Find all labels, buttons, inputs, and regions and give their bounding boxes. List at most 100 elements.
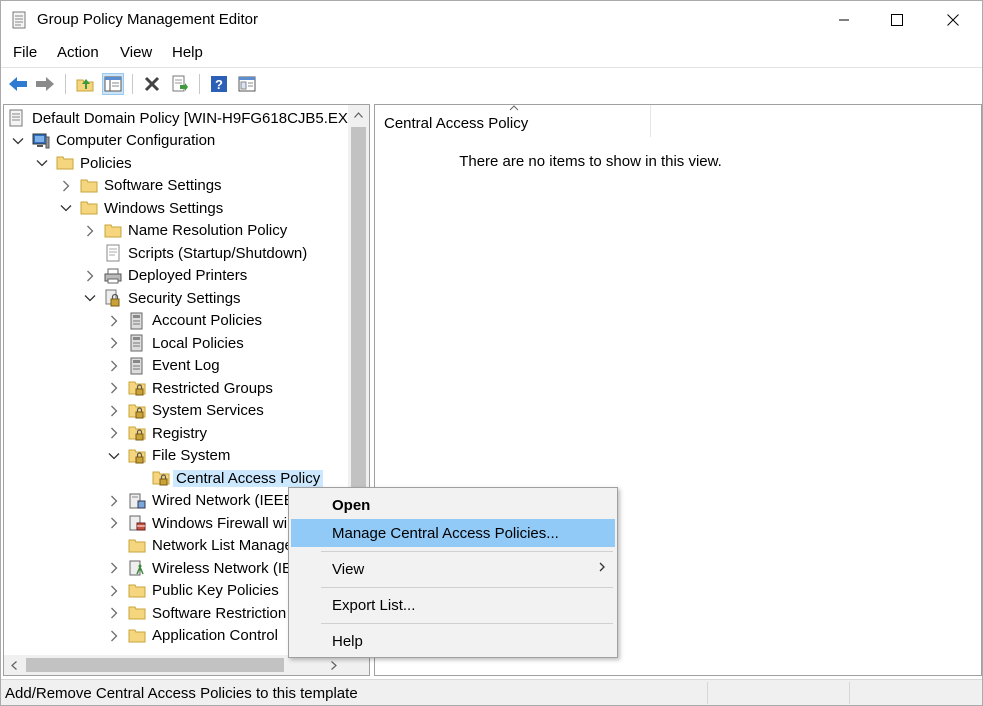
tree-item[interactable]: Default Domain Policy [WIN-H9FG618CJB5.E… — [8, 107, 358, 129]
tree-expander[interactable] — [82, 290, 98, 306]
tree-item[interactable]: Public Key Policies — [106, 580, 279, 602]
context-menu-manage-label: Manage Central Access Policies... — [332, 525, 559, 542]
tree-expander[interactable] — [106, 628, 122, 644]
close-button[interactable] — [930, 1, 976, 39]
tree-item[interactable]: Deployed Printers — [82, 265, 247, 287]
tree-expander[interactable] — [106, 335, 122, 351]
scroll-right-icon[interactable] — [331, 661, 337, 670]
tree-expander — [130, 470, 146, 486]
back-button[interactable] — [7, 73, 29, 95]
tree-item[interactable]: Event Log — [106, 355, 220, 377]
tree-expander[interactable] — [58, 200, 74, 216]
context-menu-open[interactable]: Open — [291, 491, 615, 519]
delete-button[interactable] — [141, 73, 163, 95]
expand-chevron-icon — [111, 607, 118, 619]
show-hide-tree-button[interactable] — [102, 73, 124, 95]
scroll-up-icon[interactable] — [354, 112, 363, 118]
tree-expander — [82, 245, 98, 261]
context-menu-help[interactable]: Help — [291, 627, 615, 655]
tree-expander[interactable] — [106, 380, 122, 396]
tree-horizontal-scrollbar[interactable] — [4, 655, 348, 675]
tree-item[interactable]: Application Control — [106, 625, 278, 647]
tree-expander[interactable] — [106, 448, 122, 464]
tree-item[interactable]: Central Access Policy — [130, 467, 324, 489]
tree-expander[interactable] — [10, 133, 26, 149]
tree-item[interactable]: System Services — [106, 400, 264, 422]
locked-folder-icon — [128, 424, 146, 442]
expand-chevron-icon — [111, 315, 118, 326]
policy-book-icon — [128, 334, 146, 352]
expand-chevron-icon — [111, 360, 118, 371]
policy-book-icon — [128, 357, 146, 375]
context-menu: Open Manage Central Access Policies... V… — [288, 487, 618, 658]
tree-item[interactable]: Restricted Groups — [106, 377, 273, 399]
tree-item[interactable]: Software Settings — [58, 175, 222, 197]
help-button[interactable]: ? — [208, 73, 230, 95]
tree-horizontal-scroll-thumb[interactable] — [26, 658, 284, 672]
tree-item[interactable]: Security Settings — [82, 287, 241, 309]
tree-item[interactable]: Software Restriction — [106, 602, 286, 624]
tree-item-label: Security Settings — [128, 289, 241, 307]
tree-expander[interactable] — [106, 313, 122, 329]
submenu-arrow-icon — [599, 562, 605, 572]
tree-item-label: Computer Configuration — [56, 132, 216, 149]
tree-expander[interactable] — [106, 425, 122, 441]
context-menu-view[interactable]: View — [291, 555, 615, 583]
tree-item-label: Wired Network (IEEE — [152, 492, 294, 509]
expand-chevron-icon — [111, 585, 118, 596]
tree-expander[interactable] — [106, 605, 122, 621]
maximize-button[interactable] — [874, 1, 920, 39]
menu-view[interactable]: View — [120, 44, 152, 61]
context-menu-export-list[interactable]: Export List... — [291, 591, 615, 619]
tree-item-label: Windows Settings — [104, 199, 224, 217]
menu-file[interactable]: File — [13, 44, 37, 61]
expand-chevron-icon — [63, 180, 70, 191]
tree-expander[interactable] — [82, 223, 98, 239]
tree-expander[interactable] — [82, 268, 98, 284]
maximize-icon — [891, 14, 903, 26]
minimize-button[interactable] — [821, 1, 867, 39]
tree-item[interactable]: Local Policies — [106, 332, 244, 354]
expand-chevron-icon — [111, 382, 118, 394]
locked-folder-icon — [152, 469, 170, 487]
tree-item[interactable]: Wired Network (IEEE — [106, 490, 294, 512]
tree-item-label: Policies — [80, 154, 132, 172]
menu-bar: File Action View Help — [1, 41, 982, 65]
properties-pane-button[interactable] — [236, 73, 258, 95]
forward-button[interactable] — [34, 73, 56, 95]
tree-item[interactable]: Computer Configuration — [10, 130, 215, 152]
tree-item-label: System Services — [152, 402, 264, 419]
tree-expander[interactable] — [106, 358, 122, 374]
tree-item-label: Deployed Printers — [128, 267, 248, 284]
tree-expander[interactable] — [34, 155, 50, 171]
tree-expander[interactable] — [106, 583, 122, 599]
menu-help[interactable]: Help — [172, 44, 203, 61]
scroll-corner — [348, 655, 369, 675]
tree-item[interactable]: Windows Settings — [58, 197, 223, 219]
status-bar: Add/Remove Central Access Policies to th… — [1, 679, 982, 705]
column-header-name[interactable]: Central Access Policy — [375, 105, 651, 137]
context-menu-manage-central-access-policies[interactable]: Manage Central Access Policies... — [291, 519, 615, 547]
tree-item[interactable]: Scripts (Startup/Shutdown) — [82, 242, 307, 264]
tree-item[interactable]: Wireless Network (IE — [106, 557, 292, 579]
title-bar[interactable]: Group Policy Management Editor — [1, 1, 982, 39]
scroll-left-icon[interactable] — [11, 661, 17, 670]
tree-expander[interactable] — [106, 403, 122, 419]
tree-item[interactable]: Windows Firewall wi — [106, 512, 287, 534]
tree-expander[interactable] — [106, 515, 122, 531]
tree-expander[interactable] — [106, 560, 122, 576]
tree-expander[interactable] — [58, 178, 74, 194]
menu-action[interactable]: Action — [57, 44, 99, 61]
up-folder-icon — [76, 79, 94, 92]
tree-item[interactable]: Policies — [34, 152, 132, 174]
export-list-button[interactable] — [169, 73, 191, 95]
toolbar-separator — [65, 74, 66, 94]
tree-item[interactable]: Network List Manage — [106, 535, 293, 557]
tree-item[interactable]: Name Resolution Policy — [82, 220, 287, 242]
tree-item[interactable]: Account Policies — [106, 310, 262, 332]
tree-expander[interactable] — [106, 493, 122, 509]
tree-item[interactable]: File System — [106, 445, 230, 467]
up-one-level-button[interactable] — [74, 73, 96, 95]
locked-folder-icon — [128, 379, 146, 397]
tree-item[interactable]: Registry — [106, 422, 207, 444]
